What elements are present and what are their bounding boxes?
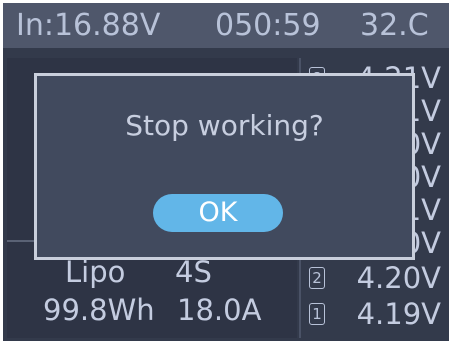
charger-screen: In:16.88V 050:59 32.C Lipo 4S 99.8Wh 18.…	[3, 3, 449, 341]
elapsed-timer: 050:59	[215, 8, 321, 43]
cell-number-badge: 2	[309, 267, 325, 289]
cell-count: 4S	[175, 255, 212, 289]
current-value: 18.0A	[177, 293, 262, 327]
dialog-message: Stop working?	[125, 109, 324, 142]
input-voltage: In:16.88V	[16, 8, 161, 43]
energy-value: 99.8Wh	[43, 293, 155, 327]
cell-row: 2 4.20V	[306, 261, 449, 295]
cell-number-badge: 1	[309, 303, 325, 325]
cell-voltage: 4.20V	[356, 261, 441, 295]
battery-type: Lipo	[65, 255, 126, 289]
cell-voltage: 4.19V	[356, 297, 441, 331]
status-bar: In:16.88V 050:59 32.C	[3, 3, 449, 48]
cell-row: 1 4.19V	[306, 297, 449, 331]
ok-button[interactable]: OK	[153, 194, 283, 232]
temperature-reading: 32.C	[360, 8, 429, 43]
confirm-dialog: Stop working? OK	[34, 73, 415, 260]
